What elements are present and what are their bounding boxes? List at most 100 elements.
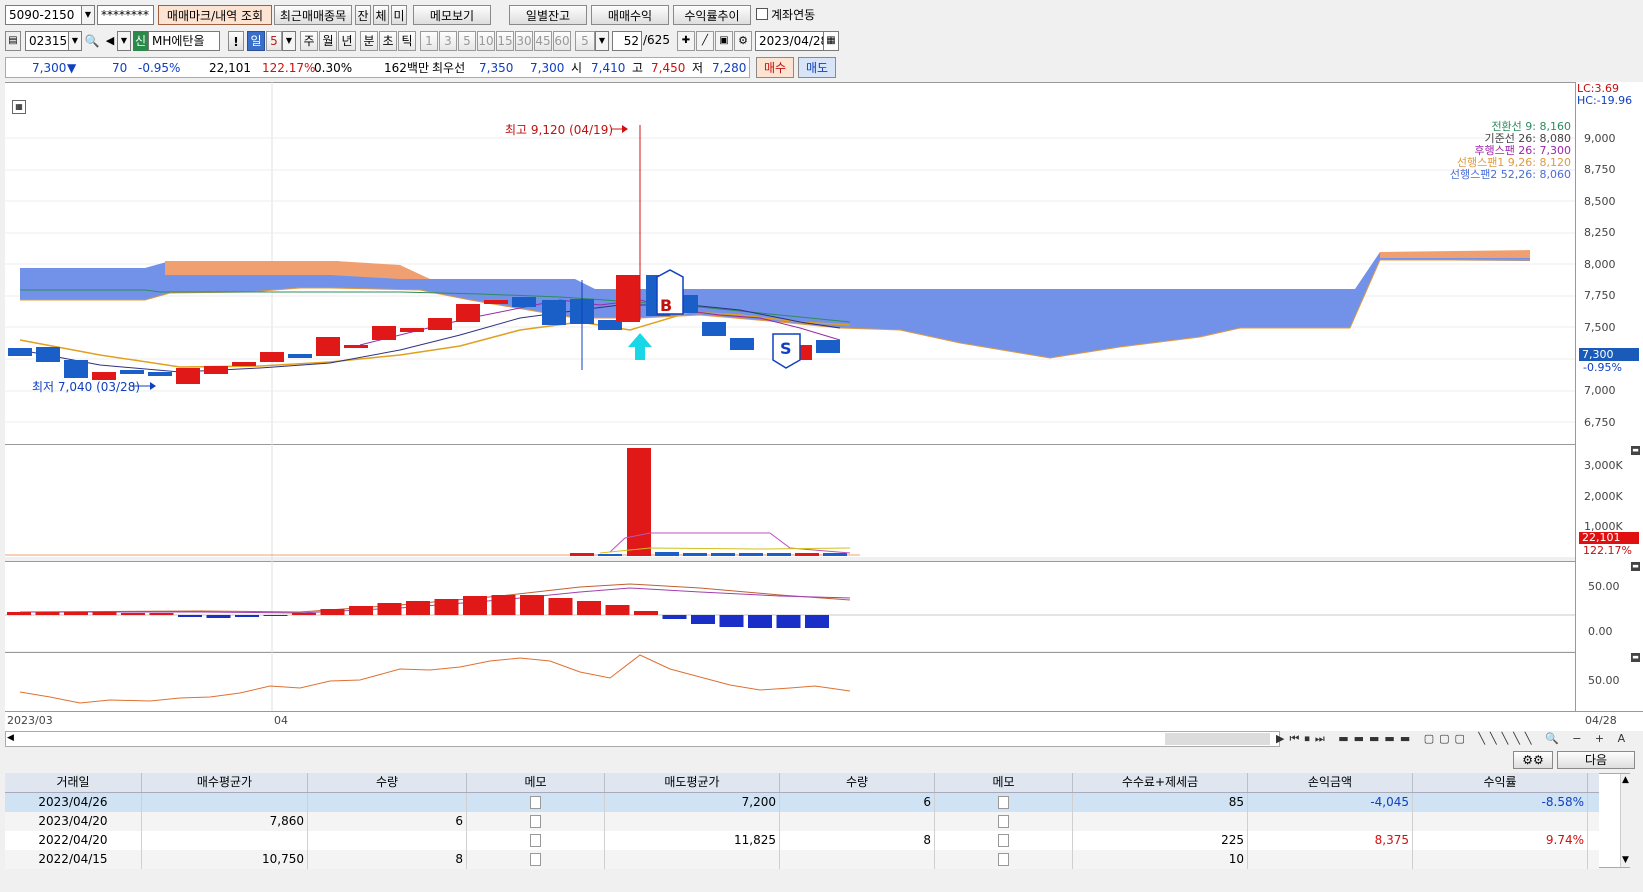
table-icon[interactable]: ▦ [12,100,26,114]
macd-bar [463,596,487,615]
table-header: 거래일 매수평균가 수량 메모 매도평균가 수량 메모 수수료+제세금 손익금액… [5,773,1599,793]
macd-bar [92,612,117,615]
volume-bar [767,553,791,556]
cell-buy-memo[interactable] [467,850,605,869]
header-buy-qty[interactable]: 수량 [308,773,467,792]
cell-buy-qty [308,793,467,812]
panel-collapse-icon[interactable]: ▬ [1631,562,1640,571]
table-row[interactable]: 2022/04/20 11,825 8 225 8,375 9.74% [5,831,1599,850]
memo-icon[interactable] [998,815,1009,828]
cell-buy-qty: 6 [308,812,467,831]
current-pct-label: -0.95% [1583,361,1622,374]
candle [36,347,60,362]
memo-icon[interactable] [530,834,541,847]
header-buy-memo[interactable]: 메모 [467,773,605,792]
macd-bar [434,599,459,615]
memo-add-icon[interactable] [998,796,1009,809]
scrollbar-thumb[interactable] [1165,733,1270,745]
legend-leading2: 선행스팬2 52,26: 8,060 [1449,168,1571,181]
volume-bar [823,553,847,556]
volume-bar [795,553,819,556]
cell-date: 2022/04/15 [5,850,142,869]
table-scrollbar[interactable] [1620,774,1635,867]
header-buy-avg[interactable]: 매수평균가 [142,773,308,792]
table-row[interactable]: 2023/04/20 7,860 6 [5,812,1599,831]
scroll-left-icon[interactable]: ◀ [7,733,14,743]
memo-add-icon[interactable] [530,853,541,866]
header-sell-avg[interactable]: 매도평균가 [605,773,780,792]
price-tick: 7,500 [1584,321,1616,334]
candle [316,337,340,356]
cell-pnl: -4,045 [1248,793,1413,812]
price-tick: 7,000 [1584,384,1616,397]
cell-buy-memo[interactable] [467,812,605,831]
cell-buy-avg [142,831,308,850]
cell-buy-qty [308,831,467,850]
memo-add-icon[interactable] [998,834,1009,847]
macd-bar [776,615,801,628]
macd-bar [662,615,687,619]
cell-fee [1073,812,1248,831]
price-tick: 9,000 [1584,132,1616,145]
volume-bar [711,553,735,556]
candle [8,348,32,356]
panel-collapse-icon[interactable]: ▬ [1631,653,1640,662]
macd-bar [206,615,231,618]
memo-add-icon[interactable] [530,815,541,828]
header-sell-qty[interactable]: 수량 [780,773,935,792]
table-row[interactable]: 2023/04/26 7,200 6 85 -4,045 -8.58% [5,793,1599,812]
price-tick: 8,250 [1584,226,1616,239]
candle [64,360,88,378]
x-axis-start: 2023/03 [7,714,53,727]
candle [428,318,452,330]
scroll-up-icon[interactable]: ▲ [1622,775,1629,785]
volume-tick: 2,000K [1584,490,1623,503]
current-vol-pct: 122.17% [1583,544,1632,557]
panel-collapse-icon[interactable]: ▬ [1631,446,1640,455]
chart-navigation-icons[interactable]: ▶⏮⏹⏭ ▬▬▬▬▬ ▢▢▢ ╲╲╲╲╲ 🔍 − + A [1276,732,1636,747]
cell-sell-memo[interactable] [935,793,1073,812]
low-arrow-icon [150,382,156,390]
volume-bar [570,553,594,556]
cell-buy-memo[interactable] [467,831,605,850]
cell-sell-avg [605,850,780,869]
candle [204,366,228,374]
cell-pnl [1248,850,1413,869]
header-pnl[interactable]: 손익금액 [1248,773,1413,792]
cell-sell-memo[interactable] [935,850,1073,869]
header-sell-memo[interactable]: 메모 [935,773,1073,792]
candle [176,368,200,384]
memo-icon[interactable] [530,796,541,809]
header-rate[interactable]: 수익률 [1413,773,1588,792]
macd-bar [491,595,516,615]
indicator-legend: 전환선 9: 8,160 기준선 26: 8,080 후행스팬 26: 7,30… [1450,121,1571,181]
hc-label: HC:-19.96 [1577,94,1633,107]
candle [260,352,284,362]
table-row[interactable]: 2022/04/15 10,750 8 10 [5,850,1599,869]
chart-scrollbar[interactable] [5,731,1280,747]
up-arrow-icon [628,333,652,360]
cell-buy-memo[interactable] [467,793,605,812]
volume-bar [683,553,707,556]
next-button[interactable]: 다음 [1557,751,1635,769]
settings-gear-icon[interactable]: ⚙⚙ [1513,751,1553,769]
cell-sell-avg: 11,825 [605,831,780,850]
macd-bar [149,613,174,615]
macd-bar [805,615,829,628]
macd-bar [719,615,744,627]
volume-tick: 3,000K [1584,459,1623,472]
cell-fee: 10 [1073,850,1248,869]
price-tick: 7,750 [1584,289,1616,302]
header-date[interactable]: 거래일 [5,773,142,792]
cell-sell-memo[interactable] [935,812,1073,831]
macd-bar [235,615,259,617]
cell-sell-memo[interactable] [935,831,1073,850]
macd-bar [263,615,288,616]
scroll-down-icon[interactable]: ▼ [1622,855,1629,865]
candle [616,275,640,322]
memo-icon[interactable] [998,853,1009,866]
macd-bar [605,605,630,615]
header-fee[interactable]: 수수료+제세금 [1073,773,1248,792]
cell-buy-avg: 7,860 [142,812,308,831]
low-note: 최저 7,040 (03/28) [32,380,141,394]
